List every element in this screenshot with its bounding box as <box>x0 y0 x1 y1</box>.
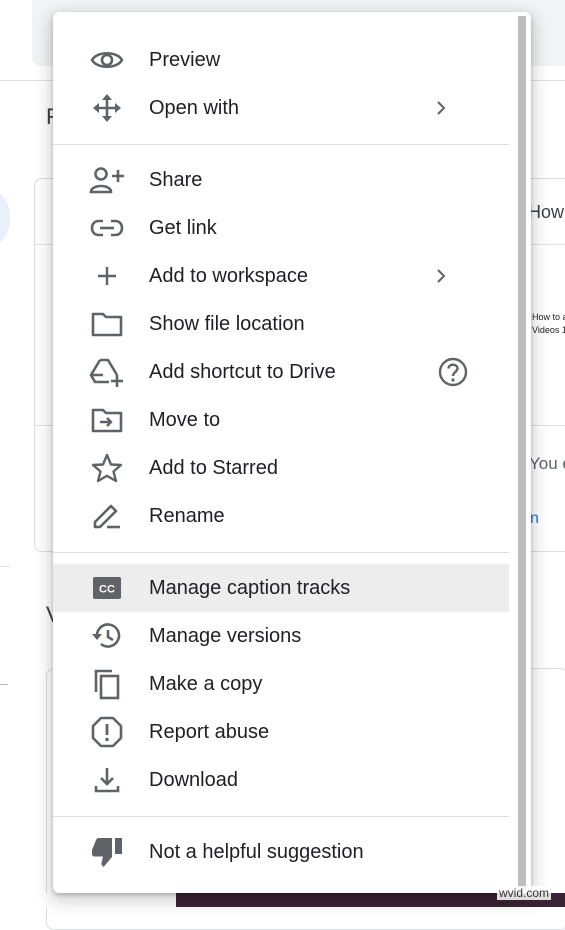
star-icon <box>87 452 127 484</box>
menu-item-show-file-location[interactable]: Show file location <box>53 300 509 348</box>
menu-divider <box>53 552 509 553</box>
menu-item-not-helpful[interactable]: Not a helpful suggestion <box>53 828 509 876</box>
menu-item-manage-caption-tracks[interactable]: CC Manage caption tracks <box>53 564 509 612</box>
menu-item-label: Report abuse <box>149 720 270 743</box>
menu-item-open-with[interactable]: Open with <box>53 84 509 132</box>
background-card-text: You e <box>529 454 565 473</box>
thumb-down-icon <box>87 836 127 868</box>
menu-item-label: Manage versions <box>149 624 302 647</box>
menu-item-label: Open with <box>149 96 240 119</box>
menu-item-label: Make a copy <box>149 672 263 695</box>
watermark: wvid.com <box>496 886 551 900</box>
background-card-link[interactable]: n <box>530 510 539 528</box>
plus-icon <box>87 260 127 292</box>
menu-item-move-to[interactable]: Move to <box>53 396 509 444</box>
copy-icon <box>87 668 127 700</box>
menu-item-label: Show file location <box>149 312 305 335</box>
menu-divider <box>53 816 509 817</box>
download-icon <box>87 764 127 796</box>
menu-item-label: Add to Starred <box>149 456 278 479</box>
menu-item-label: Download <box>149 768 238 791</box>
menu-item-label: Manage caption tracks <box>149 576 351 599</box>
background-thumb-line-1: How to a <box>532 312 565 322</box>
eye-icon <box>87 44 127 76</box>
menu-item-manage-versions[interactable]: Manage versions <box>53 612 509 660</box>
pencil-icon <box>87 500 127 532</box>
menu-divider <box>53 144 509 145</box>
menu-item-add-shortcut[interactable]: Add shortcut to Drive <box>53 348 509 396</box>
background-divider-left-2 <box>0 684 8 685</box>
background-stripe <box>0 893 176 907</box>
drive-shortcut-icon <box>87 356 127 388</box>
background-card-title: How <box>528 202 565 222</box>
menu-item-label: Rename <box>149 504 225 527</box>
menu-item-rename[interactable]: Rename <box>53 492 509 540</box>
background-divider-left <box>0 566 10 567</box>
menu-item-share[interactable]: Share <box>53 156 509 204</box>
menu-item-download[interactable]: Download <box>53 756 509 804</box>
menu-item-label: Share <box>149 168 203 191</box>
help-icon[interactable] <box>438 357 468 387</box>
link-icon <box>87 212 127 244</box>
menu-item-add-to-workspace[interactable]: Add to workspace <box>53 252 509 300</box>
history-icon <box>87 620 127 652</box>
chevron-right-icon <box>431 266 451 286</box>
menu-scrollbar[interactable] <box>518 16 526 890</box>
folder-icon <box>87 308 127 340</box>
menu-item-label: Move to <box>149 408 221 431</box>
chevron-right-icon <box>431 98 451 118</box>
menu-item-label: Preview <box>149 48 221 71</box>
svg-text:CC: CC <box>99 584 115 596</box>
menu-item-preview[interactable]: Preview <box>53 36 509 84</box>
menu-item-report-abuse[interactable]: Report abuse <box>53 708 509 756</box>
background-avatar <box>0 190 10 246</box>
context-menu: Preview Open with Share Get link Add to … <box>53 12 531 893</box>
menu-item-add-to-starred[interactable]: Add to Starred <box>53 444 509 492</box>
menu-item-label: Add shortcut to Drive <box>149 360 336 383</box>
menu-item-label: Get link <box>149 216 217 239</box>
menu-item-get-link[interactable]: Get link <box>53 204 509 252</box>
move-arrows-icon <box>87 92 127 124</box>
report-icon <box>87 716 127 748</box>
closed-caption-icon: CC <box>87 572 127 604</box>
menu-item-label: Add to workspace <box>149 264 308 287</box>
background-thumb-line-2: Videos 1 <box>532 325 565 335</box>
menu-item-make-a-copy[interactable]: Make a copy <box>53 660 509 708</box>
add-person-icon <box>87 164 127 196</box>
menu-item-label: Not a helpful suggestion <box>149 840 364 863</box>
move-folder-icon <box>87 404 127 436</box>
